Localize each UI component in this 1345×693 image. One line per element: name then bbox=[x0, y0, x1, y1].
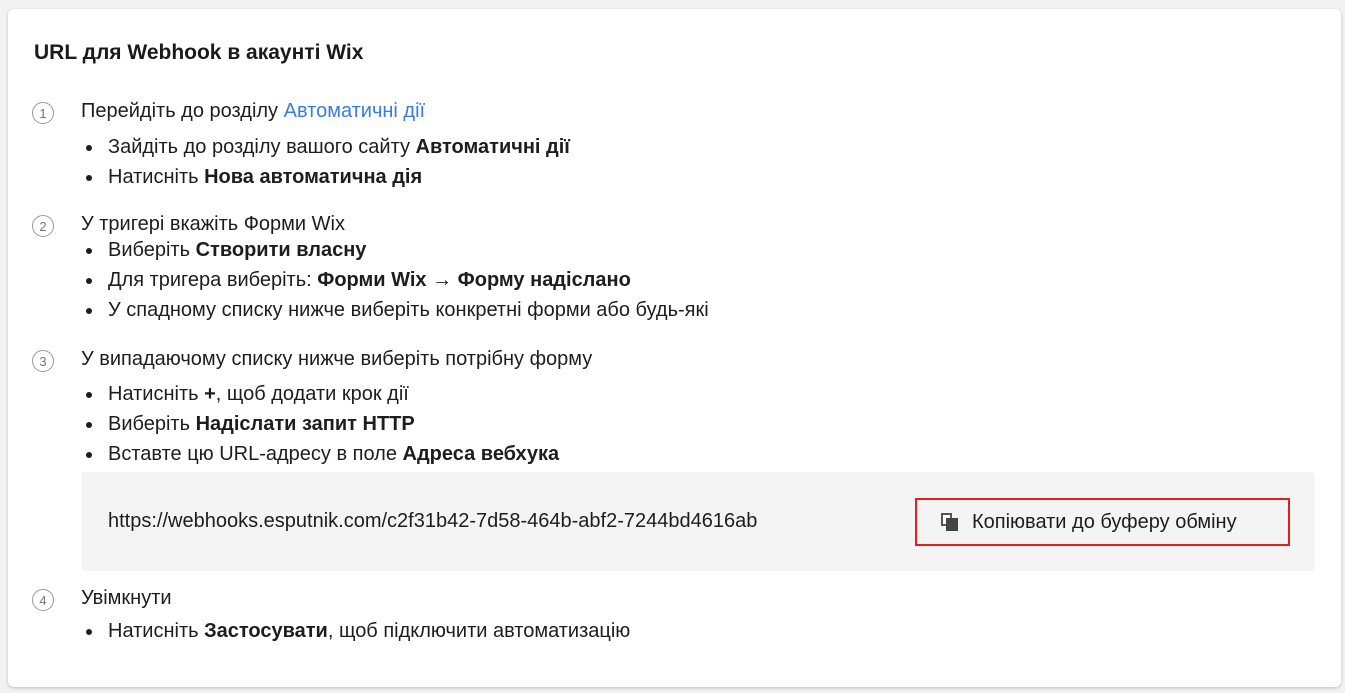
step-number-2: 2 bbox=[32, 215, 54, 237]
list-item: Виберіть Створити власну bbox=[81, 235, 709, 265]
step-number-4: 4 bbox=[32, 589, 54, 611]
list-item: Вставте цю URL-адресу в поле Адреса вебх… bbox=[81, 439, 559, 469]
step-1-bullets: Зайдіть до розділу вашого сайту Автомати… bbox=[81, 132, 570, 192]
step-title-text: Перейдіть до розділу bbox=[81, 100, 284, 122]
webhook-url-box: https://webhooks.esputnik.com/c2f31b42-7… bbox=[81, 472, 1315, 571]
step-title-1: Перейдіть до розділу Автоматичні дії bbox=[81, 100, 425, 123]
step-title-4: Увімкнути bbox=[81, 587, 172, 609]
automations-link[interactable]: Автоматичні дії bbox=[284, 100, 425, 122]
list-item: Зайдіть до розділу вашого сайту Автомати… bbox=[81, 132, 570, 162]
copy-icon bbox=[941, 513, 959, 531]
list-item: Натисніть Застосувати, щоб підключити ав… bbox=[81, 616, 630, 646]
step-2-bullets: Виберіть Створити власну Для тригера виб… bbox=[81, 235, 709, 325]
webhook-card: URL для Webhook в акаунті Wix 1 Перейдіт… bbox=[8, 9, 1341, 687]
webhook-url: https://webhooks.esputnik.com/c2f31b42-7… bbox=[108, 510, 758, 532]
step-4-bullets: Натисніть Застосувати, щоб підключити ав… bbox=[81, 616, 630, 646]
list-item: У спадному списку нижче виберіть конкрет… bbox=[81, 295, 709, 325]
list-item: Натисніть +, щоб додати крок дії bbox=[81, 379, 559, 409]
step-title-3: У випадаючому списку нижче виберіть потр… bbox=[81, 348, 593, 370]
copy-to-clipboard-button[interactable]: Копіювати до буферу обміну bbox=[915, 498, 1290, 546]
copy-button-label: Копіювати до буферу обміну bbox=[972, 510, 1237, 533]
step-title-2: У тригері вкажіть Форми Wix bbox=[81, 213, 345, 235]
card-title: URL для Webhook в акаунті Wix bbox=[34, 41, 364, 64]
step-3-bullets: Натисніть +, щоб додати крок дії Виберіт… bbox=[81, 379, 559, 469]
list-item: Виберіть Надіслати запит HTTP bbox=[81, 409, 559, 439]
step-number-3: 3 bbox=[32, 350, 54, 372]
list-item: Для тригера виберіть: Форми Wix → Форму … bbox=[81, 265, 709, 295]
list-item: Натисніть Нова автоматична дія bbox=[81, 162, 570, 192]
step-number-1: 1 bbox=[32, 102, 54, 124]
